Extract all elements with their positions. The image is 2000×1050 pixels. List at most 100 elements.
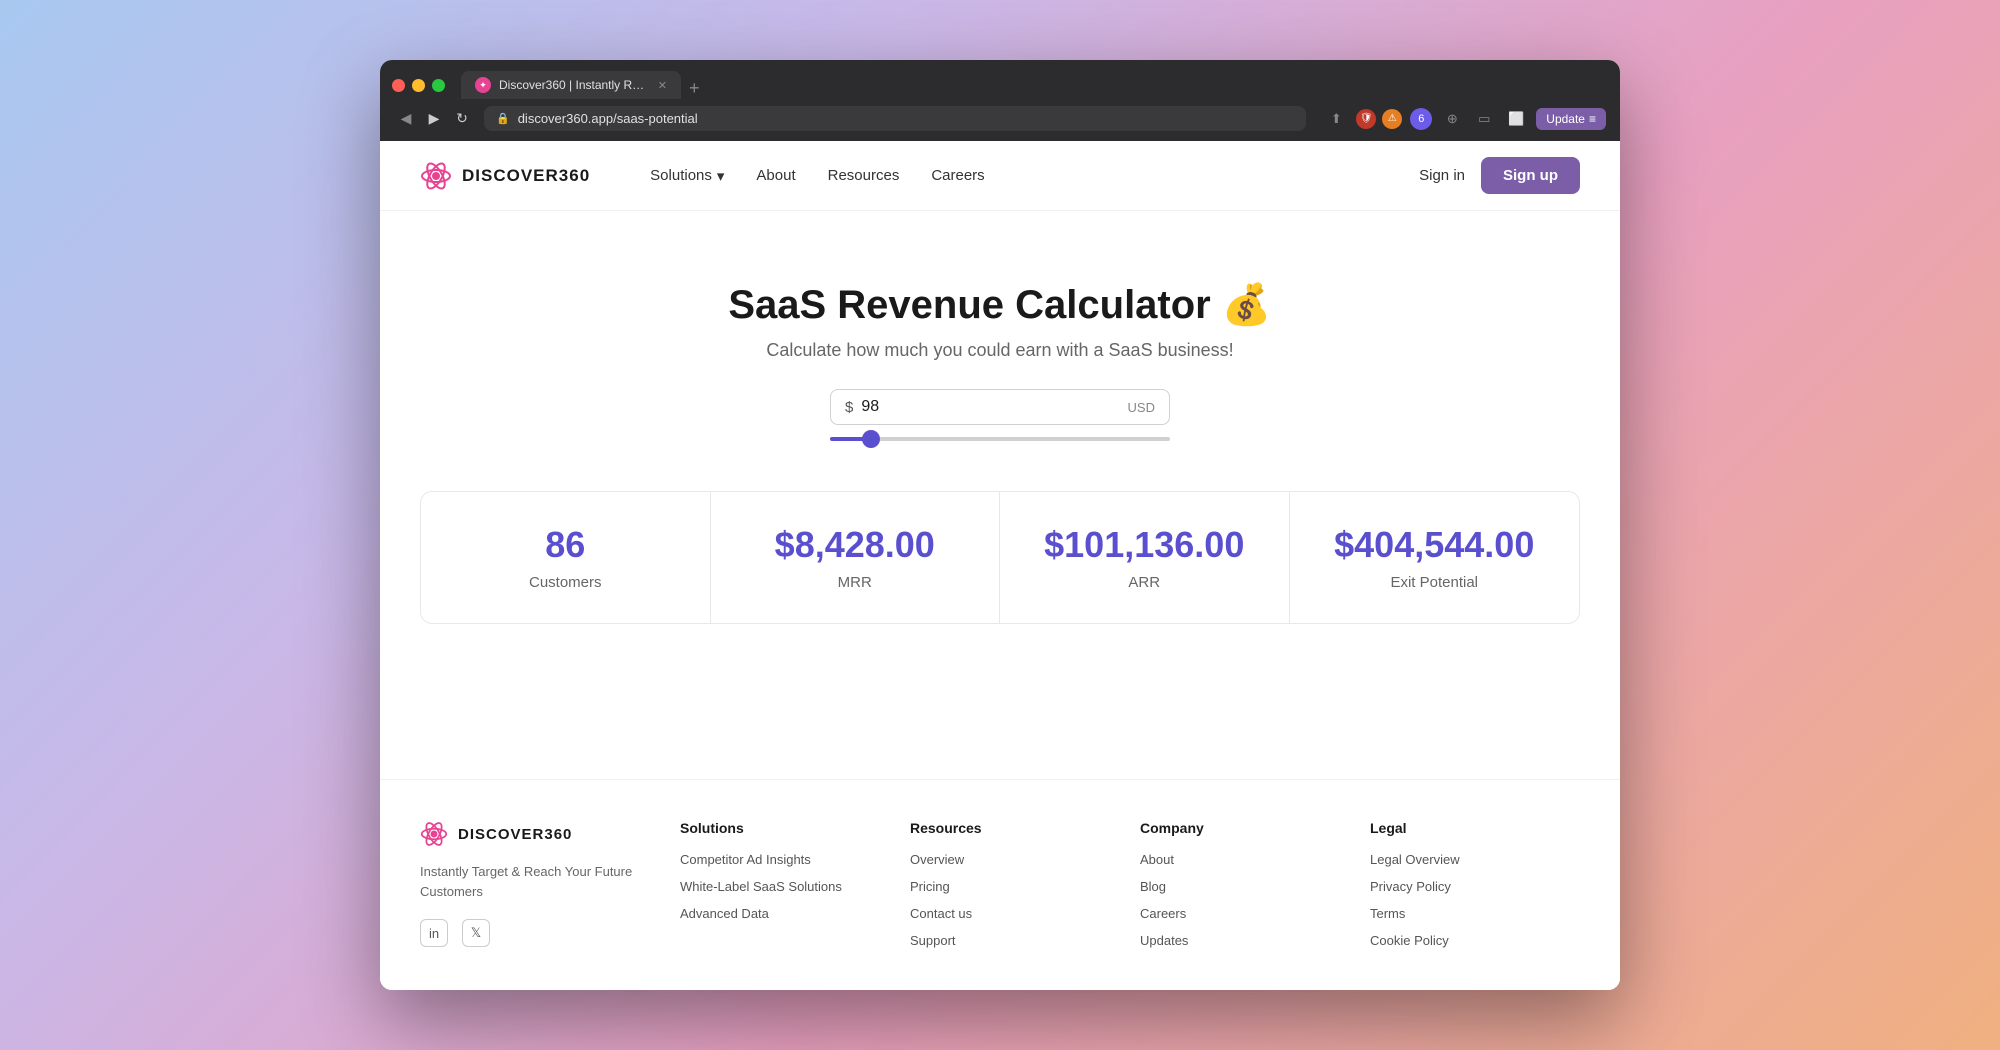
footer-competitor-ad-insights[interactable]: Competitor Ad Insights [680,852,890,867]
traffic-lights [392,79,445,92]
hero-subtitle: Calculate how much you could earn with a… [420,340,1580,361]
stat-customers: 86 Customers [421,492,711,623]
browser-window: ✦ Discover360 | Instantly Reach ✕ + ◀ ▶ … [380,60,1620,990]
page-title: SaaS Revenue Calculator 💰 [420,281,1580,328]
price-symbol: $ [845,399,853,416]
footer-careers[interactable]: Careers [1140,906,1350,921]
extension-icon-2[interactable]: ⚠ [1382,109,1402,129]
menu-icon: ≡ [1589,112,1596,126]
resources-label: Resources [828,167,900,184]
price-slider[interactable] [830,437,1170,441]
tab-title: Discover360 | Instantly Reach [499,78,646,92]
footer-about[interactable]: About [1140,852,1350,867]
about-label: About [756,167,795,184]
price-input[interactable] [861,398,1119,416]
back-button[interactable]: ◀ [394,107,418,131]
linkedin-icon[interactable]: in [420,919,448,947]
nav-actions: Sign in Sign up [1419,157,1580,194]
browser-chrome: ✦ Discover360 | Instantly Reach ✕ + ◀ ▶ … [380,60,1620,141]
customers-label: Customers [441,574,690,591]
arr-value: $101,136.00 [1020,524,1269,566]
sidebar-button[interactable]: ▭ [1472,107,1496,131]
tab-close-button[interactable]: ✕ [658,79,667,92]
footer-cookie-policy[interactable]: Cookie Policy [1370,933,1580,948]
footer-logo-text: DISCOVER360 [458,826,572,843]
tabs-bar: ✦ Discover360 | Instantly Reach ✕ + [461,71,1608,99]
active-tab[interactable]: ✦ Discover360 | Instantly Reach ✕ [461,71,681,99]
footer-blog[interactable]: Blog [1140,879,1350,894]
signin-button[interactable]: Sign in [1419,167,1465,184]
solutions-label: Solutions [650,167,712,184]
address-bar[interactable]: 🔒 discover360.app/saas-potential [484,106,1306,131]
mrr-label: MRR [731,574,980,591]
url-display: discover360.app/saas-potential [518,111,698,126]
reload-button[interactable]: ↻ [450,107,474,131]
footer-tagline: Instantly Target & Reach Your Future Cus… [420,862,640,901]
nav-buttons: ◀ ▶ ↻ [394,107,474,131]
footer-updates[interactable]: Updates [1140,933,1350,948]
forward-button[interactable]: ▶ [422,107,446,131]
nav-links: Solutions ▾ About Resources Careers [650,167,1419,185]
signup-button[interactable]: Sign up [1481,157,1580,194]
slider-container [420,437,1580,441]
footer-advanced-data[interactable]: Advanced Data [680,906,890,921]
footer-logo[interactable]: DISCOVER360 [420,820,640,848]
twitter-icon[interactable]: 𝕏 [462,919,490,947]
navbar: DISCOVER360 Solutions ▾ About Resources … [380,141,1620,211]
social-links: in 𝕏 [420,919,640,947]
exit-label: Exit Potential [1310,574,1560,591]
footer-contact-us[interactable]: Contact us [910,906,1120,921]
logo-text: DISCOVER360 [462,166,590,186]
lock-icon: 🔒 [496,112,510,125]
footer-solutions-column: Solutions Competitor Ad Insights White-L… [680,820,890,960]
browser-actions: ⬆ 🛡 ⚠ 6 ⊕ ▭ ⬜ Update ≡ [1324,107,1606,131]
share-button[interactable]: ⬆ [1324,107,1348,131]
arr-label: ARR [1020,574,1269,591]
nav-about[interactable]: About [756,167,795,184]
stats-grid: 86 Customers $8,428.00 MRR $101,136.00 A… [420,491,1580,624]
close-window-button[interactable] [392,79,405,92]
company-heading: Company [1140,820,1350,836]
footer-logo-icon [420,820,448,848]
footer-support[interactable]: Support [910,933,1120,948]
logo[interactable]: DISCOVER360 [420,160,590,192]
extensions-button[interactable]: ⊕ [1440,107,1464,131]
footer-company-column: Company About Blog Careers Updates [1140,820,1350,960]
footer-terms[interactable]: Terms [1370,906,1580,921]
footer-legal-column: Legal Legal Overview Privacy Policy Term… [1370,820,1580,960]
new-tab-button[interactable]: + [689,78,700,99]
tab-favicon: ✦ [475,77,491,93]
main-content: SaaS Revenue Calculator 💰 Calculate how … [380,211,1620,779]
update-button[interactable]: Update ≡ [1536,108,1606,130]
hero-section: SaaS Revenue Calculator 💰 Calculate how … [420,251,1580,491]
resources-heading: Resources [910,820,1120,836]
profiles-button[interactable]: ⬜ [1504,107,1528,131]
nav-solutions[interactable]: Solutions ▾ [650,167,724,185]
footer-white-label-saas[interactable]: White-Label SaaS Solutions [680,879,890,894]
mrr-value: $8,428.00 [731,524,980,566]
extension-icon-1[interactable]: 🛡 [1356,109,1376,129]
footer-pricing[interactable]: Pricing [910,879,1120,894]
solutions-heading: Solutions [680,820,890,836]
profile-button[interactable]: 6 [1410,108,1432,130]
stat-mrr: $8,428.00 MRR [711,492,1001,623]
footer-overview[interactable]: Overview [910,852,1120,867]
footer-legal-overview[interactable]: Legal Overview [1370,852,1580,867]
minimize-window-button[interactable] [412,79,425,92]
nav-resources[interactable]: Resources [828,167,900,184]
logo-icon [420,160,452,192]
legal-heading: Legal [1370,820,1580,836]
price-input-container: $ USD [830,389,1170,425]
footer-brand: DISCOVER360 Instantly Target & Reach You… [420,820,640,960]
footer-privacy-policy[interactable]: Privacy Policy [1370,879,1580,894]
chevron-down-icon: ▾ [717,167,725,185]
stat-exit: $404,544.00 Exit Potential [1290,492,1580,623]
stat-arr: $101,136.00 ARR [1000,492,1290,623]
exit-value: $404,544.00 [1310,524,1560,566]
maximize-window-button[interactable] [432,79,445,92]
nav-careers[interactable]: Careers [931,167,984,184]
page-content: DISCOVER360 Solutions ▾ About Resources … [380,141,1620,990]
footer-columns: Solutions Competitor Ad Insights White-L… [680,820,1580,960]
customers-value: 86 [441,524,690,566]
currency-label: USD [1128,400,1155,415]
